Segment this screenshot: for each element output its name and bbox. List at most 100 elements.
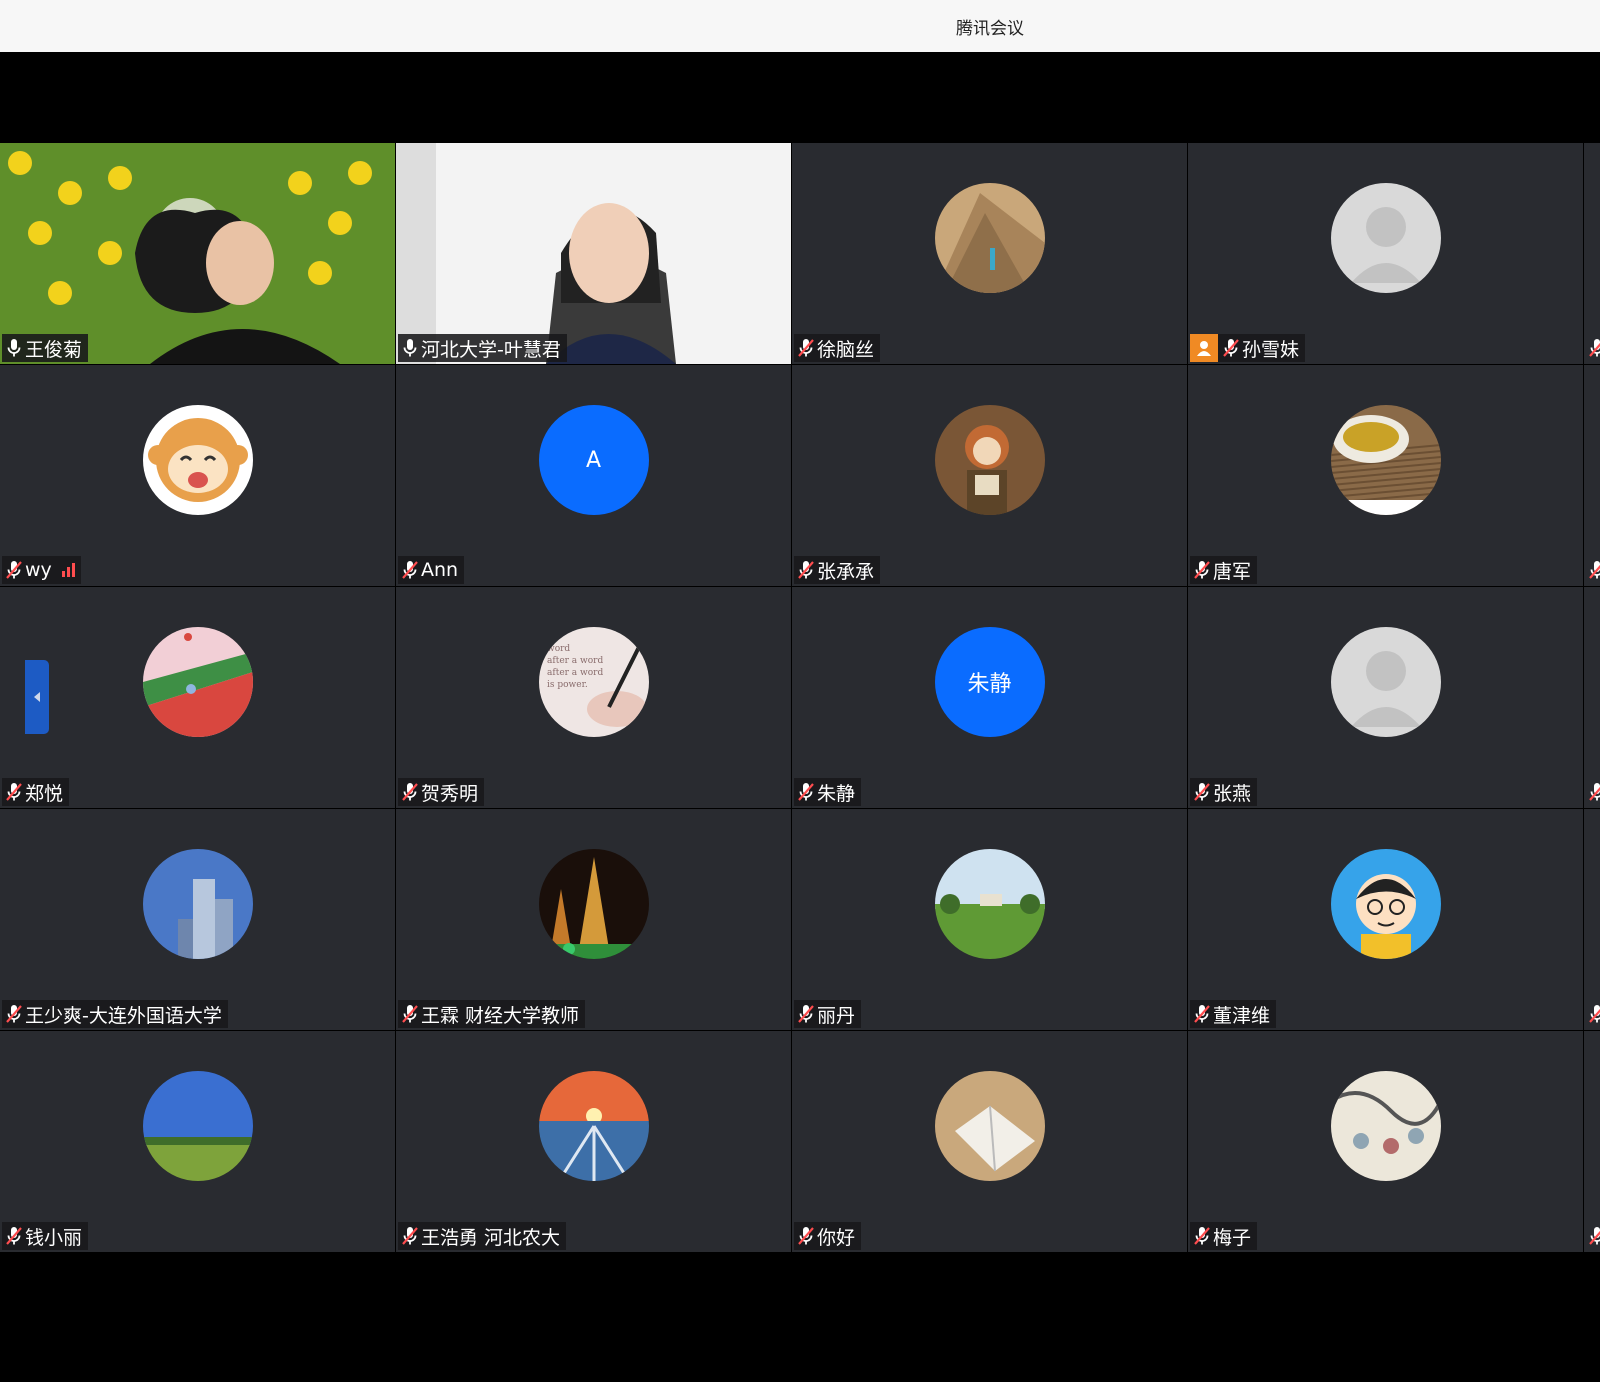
name-plate: 王俊菊 (2, 334, 89, 362)
participant-name: 张承承 (817, 560, 875, 583)
svg-text:is power.: is power. (547, 680, 588, 690)
participant-row: 王少爽-大连外国语大学 王霖 财经大学教师 丽丹 董津维 (0, 809, 1600, 1030)
participant-tile[interactable]: 王俊菊 (0, 143, 395, 364)
participant-name: 王俊菊 (25, 338, 83, 361)
avatar (934, 405, 1045, 515)
avatar-initial: A (585, 447, 602, 473)
participant-row: 钱小丽 王浩勇 河北农大 你好 梅子 (0, 1031, 1600, 1252)
participant-name: 河北大学-叶慧君 (421, 338, 561, 361)
participant-name: Ann (421, 559, 459, 581)
participant-name: 郑悦 (25, 782, 64, 805)
participant-tile-overflow[interactable] (1584, 809, 1600, 1030)
participant-tile[interactable]: 王少爽-大连外国语大学 (0, 809, 395, 1030)
participant-tile-overflow[interactable] (1584, 1031, 1600, 1252)
participant-tile[interactable]: wy (0, 365, 395, 586)
host-person-icon (1190, 334, 1218, 362)
video-feed (0, 143, 395, 364)
participant-tile[interactable]: 王浩勇 河北农大 (396, 1031, 791, 1252)
avatar (142, 1071, 253, 1181)
microphone-muted-icon (5, 1226, 23, 1246)
participant-tile[interactable]: 丽丹 (792, 809, 1187, 1030)
participant-name: 贺秀明 (421, 782, 479, 805)
avatar (934, 183, 1045, 293)
name-plate: 朱静 (794, 778, 862, 806)
participant-tile[interactable]: 梅子 (1188, 1031, 1583, 1252)
name-plate: 梅子 (1190, 1222, 1258, 1250)
avatar (538, 849, 649, 959)
svg-text:after a word: after a word (547, 656, 603, 666)
microphone-muted-icon (1588, 560, 1600, 580)
microphone-muted-icon (401, 560, 419, 580)
name-plate: 贺秀明 (398, 778, 485, 806)
participant-tile[interactable]: 唐军 (1188, 365, 1583, 586)
participant-tile[interactable]: 张燕 (1188, 587, 1583, 808)
avatar (1330, 1071, 1441, 1181)
microphone-muted-icon (401, 1226, 419, 1246)
participant-tile[interactable]: 张承承 (792, 365, 1187, 586)
avatar (1330, 405, 1441, 515)
participant-tile[interactable]: 河北大学-叶慧君 (396, 143, 791, 364)
participant-name: 钱小丽 (25, 1226, 83, 1249)
participant-tile[interactable]: 王霖 财经大学教师 (396, 809, 791, 1030)
name-plate: 孙雪妹 (1190, 334, 1306, 362)
participant-tile[interactable]: 徐脑丝 (792, 143, 1187, 364)
microphone-muted-icon (1588, 338, 1600, 358)
name-plate: 郑悦 (2, 778, 70, 806)
avatar (142, 849, 253, 959)
avatar: 朱静 (934, 627, 1045, 737)
participant-name: 徐脑丝 (817, 338, 875, 361)
microphone-muted-icon (1588, 782, 1600, 802)
participant-name: 张燕 (1213, 782, 1252, 805)
participant-tile[interactable]: A Ann (396, 365, 791, 586)
participant-tile[interactable]: 孙雪妹 (1188, 143, 1583, 364)
microphone-muted-icon (797, 782, 815, 802)
microphone-muted-icon (1588, 1004, 1600, 1024)
name-plate: 河北大学-叶慧君 (398, 334, 567, 362)
name-plate: wy (2, 556, 81, 584)
microphone-muted-icon (1193, 782, 1211, 802)
avatar: A (538, 405, 649, 515)
name-plate: 王浩勇 河北农大 (398, 1222, 567, 1250)
name-plate: 你好 (794, 1222, 862, 1250)
microphone-muted-icon (797, 1004, 815, 1024)
participant-tile[interactable]: 董津维 (1188, 809, 1583, 1030)
participant-tile-overflow[interactable] (1584, 587, 1600, 808)
participant-name: 王少爽-大连外国语大学 (25, 1004, 222, 1027)
participant-tile[interactable]: 钱小丽 (0, 1031, 395, 1252)
avatar (1330, 627, 1441, 737)
microphone-muted-icon (1193, 560, 1211, 580)
collapse-panel-tab[interactable] (25, 660, 49, 734)
avatar: word after a word after a word is power. (538, 627, 649, 737)
microphone-icon (401, 338, 419, 358)
name-plate: 张承承 (794, 556, 881, 584)
name-plate: 徐脑丝 (794, 334, 881, 362)
participant-name: 丽丹 (817, 1004, 856, 1027)
participant-name: wy (25, 559, 52, 581)
participant-tile[interactable]: word after a word after a word is power. 贺秀明 (396, 587, 791, 808)
microphone-muted-icon (797, 338, 815, 358)
name-plate: 唐军 (1190, 556, 1258, 584)
microphone-muted-icon (1222, 338, 1240, 358)
video-feed (396, 143, 791, 364)
title-bar[interactable]: 腾讯会议 (0, 0, 1600, 52)
name-plate: 张燕 (1190, 778, 1258, 806)
participant-name: 孙雪妹 (1242, 338, 1300, 361)
participant-name: 王浩勇 河北农大 (421, 1226, 561, 1249)
weak-signal-icon (61, 563, 75, 577)
svg-text:after a word: after a word (547, 668, 603, 678)
name-plate: 丽丹 (794, 1000, 862, 1028)
participant-grid: 王俊菊 河北大学-叶慧君 徐脑丝 孙雪妹 wy A Ann 张承承 唐军 郑悦 word after… (0, 143, 1600, 1259)
participant-tile[interactable]: 你好 (792, 1031, 1187, 1252)
participant-tile-overflow[interactable] (1584, 365, 1600, 586)
avatar (1330, 183, 1441, 293)
microphone-muted-icon (5, 560, 23, 580)
microphone-icon (5, 338, 23, 358)
avatar (1330, 849, 1441, 959)
participant-tile[interactable]: 郑悦 (0, 587, 395, 808)
participant-tile-overflow[interactable] (1584, 143, 1600, 364)
microphone-muted-icon (797, 1226, 815, 1246)
avatar (934, 1071, 1045, 1181)
participant-tile[interactable]: 朱静 朱静 (792, 587, 1187, 808)
avatar (142, 405, 253, 515)
avatar (538, 1071, 649, 1181)
